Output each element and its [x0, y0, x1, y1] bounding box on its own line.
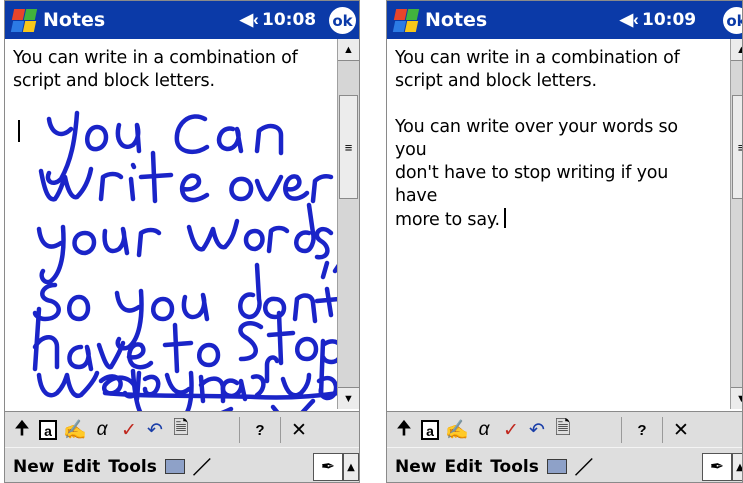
undo-icon[interactable]: ↶	[525, 415, 549, 445]
properties-icon[interactable]: 🗎	[167, 415, 195, 445]
typed-line: You can write over your words so you	[395, 117, 678, 160]
menu-tools[interactable]: Tools	[490, 457, 539, 477]
spell-check-icon[interactable]: ✓	[497, 415, 525, 445]
properties-icon[interactable]: 🗎	[549, 415, 577, 445]
typed-line: more to say.	[395, 208, 712, 232]
pen-icon[interactable]: ／	[193, 454, 211, 480]
text-caret	[503, 208, 506, 228]
alpha-icon[interactable]: α	[471, 415, 497, 445]
typed-line: script and block letters.	[395, 71, 597, 91]
undo-icon[interactable]: ↶	[143, 415, 167, 445]
help-icon[interactable]: ?	[246, 415, 274, 445]
app-title: Notes	[425, 9, 488, 31]
notes-screen-handwriting: Notes ◀‹ 10:08 ok You can write in a com…	[4, 0, 360, 483]
title-bar: Notes ◀‹ 10:09 ok	[387, 1, 742, 39]
handwriting-ink	[32, 110, 339, 428]
menu-bar: New Edit Tools ／ ✒ ▲	[5, 447, 359, 482]
menu-tools[interactable]: Tools	[108, 457, 157, 477]
notes-screen-converted: Notes ◀‹ 10:09 ok You can write in a com…	[386, 0, 743, 483]
note-body[interactable]: You can write in a combination of script…	[387, 39, 718, 409]
up-arrow-icon[interactable]: 🠉	[9, 415, 35, 445]
scroll-thumb[interactable]: ≡	[732, 95, 742, 199]
menu-new[interactable]: New	[13, 457, 54, 477]
close-icon[interactable]: ✕	[669, 415, 693, 445]
scroll-up-button[interactable]: ▲	[731, 39, 742, 61]
scroll-thumb[interactable]: ≡	[339, 95, 358, 199]
vertical-scrollbar[interactable]: ▲ ≡ ▼	[730, 39, 742, 409]
keyboard-icon[interactable]	[164, 459, 185, 474]
keyboard-icon[interactable]	[546, 459, 567, 474]
input-arrow-icon[interactable]: ▲	[732, 453, 742, 481]
scroll-up-button[interactable]: ▲	[338, 39, 359, 61]
recognizer-icon[interactable]: a	[417, 415, 443, 445]
handwriting-input-icon[interactable]: ✒	[702, 453, 732, 481]
typed-line: You can write in a combination of	[395, 48, 680, 68]
scroll-down-button[interactable]: ▼	[338, 387, 359, 409]
up-arrow-icon[interactable]: 🠉	[391, 415, 417, 445]
alpha-icon[interactable]: α	[89, 415, 115, 445]
input-panel-selector[interactable]: ✒ ▲	[313, 452, 359, 482]
pen-pad-icon[interactable]: ✍	[443, 415, 471, 445]
typed-line: don't have to stop writing if you have	[395, 163, 669, 206]
help-icon[interactable]: ?	[628, 415, 656, 445]
clock[interactable]: 10:09	[642, 10, 696, 30]
close-icon[interactable]: ✕	[287, 415, 311, 445]
input-arrow-icon[interactable]: ▲	[343, 453, 359, 481]
recognizer-icon[interactable]: a	[35, 415, 61, 445]
vertical-scrollbar[interactable]: ▲ ≡ ▼	[337, 39, 359, 409]
input-panel-selector[interactable]: ✒ ▲	[702, 452, 742, 482]
handwriting-input-icon[interactable]: ✒	[313, 453, 343, 481]
start-menu-icon[interactable]	[392, 7, 420, 33]
menu-edit[interactable]: Edit	[62, 457, 100, 477]
notes-toolbar: 🠉 a ✍ α ✓ ↶ 🗎 ? ✕	[5, 411, 359, 448]
scroll-down-button[interactable]: ▼	[731, 387, 742, 409]
menu-edit[interactable]: Edit	[444, 457, 482, 477]
pen-pad-icon[interactable]: ✍	[61, 415, 89, 445]
menu-new[interactable]: New	[395, 457, 436, 477]
pen-icon[interactable]: ／	[575, 454, 593, 480]
ok-button[interactable]: ok	[723, 7, 742, 34]
menu-bar: New Edit Tools ／ ✒ ▲	[387, 447, 742, 482]
notes-toolbar: 🠉 a ✍ α ✓ ↶ 🗎 ? ✕	[387, 411, 742, 448]
speaker-icon[interactable]: ◀‹	[620, 10, 639, 30]
spell-check-icon[interactable]: ✓	[115, 415, 143, 445]
